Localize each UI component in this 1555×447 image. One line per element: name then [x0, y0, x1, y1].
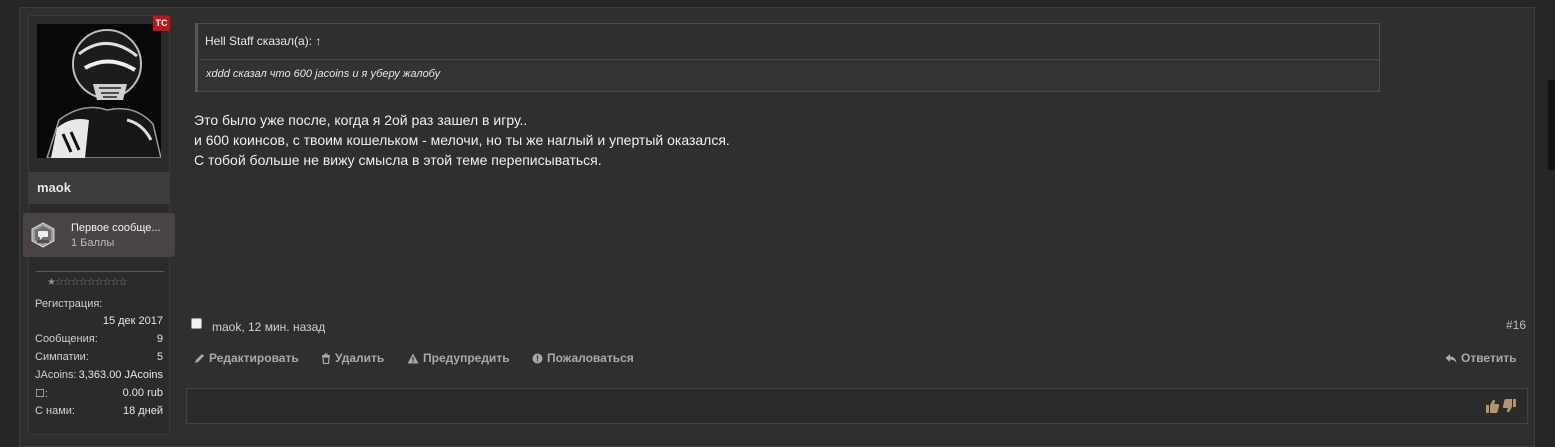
post-meta: maok, 12 мин. назад — [212, 320, 325, 334]
warn-button[interactable]: Предупредить — [407, 351, 510, 365]
stat-row-jacoins: JAcoins: 3,363.00 JAcoins — [35, 369, 163, 387]
stat-label: ☐: — [35, 388, 48, 400]
topic-starter-badge: ТС — [153, 16, 170, 31]
select-post-checkbox[interactable] — [191, 318, 202, 329]
stat-value: 15 дек 2017 — [102, 315, 163, 327]
message-line: С тобой больше не вижу смысла в этой тем… — [194, 152, 602, 168]
trophy-title: Первое сообще... — [71, 222, 161, 234]
trash-icon — [322, 353, 330, 364]
scroll-edge — [1548, 80, 1555, 170]
edit-button[interactable]: Редактировать — [194, 351, 299, 365]
trophy-shield-icon — [30, 222, 56, 248]
stat-value: 5 — [156, 351, 163, 363]
message-line: Это было уже после, когда я 2ой раз заше… — [194, 112, 528, 128]
delete-label: Удалить — [335, 351, 385, 365]
stat-row-membership: С нами: 18 дней — [35, 405, 163, 423]
trophy-points: 1 Баллы — [71, 237, 115, 249]
delete-button[interactable]: Удалить — [321, 351, 384, 365]
stat-row-registration-date: 15 дек 2017 — [35, 315, 163, 333]
warn-label: Предупредить — [423, 351, 510, 365]
report-button[interactable]: Пожаловаться — [532, 351, 634, 365]
stat-value: 3,363.00 JAcoins — [78, 369, 163, 381]
reply-icon — [1445, 353, 1457, 363]
rating-stars: ★☆☆☆☆☆☆☆☆☆ — [47, 277, 128, 288]
thumbs-icon — [1486, 399, 1516, 413]
stat-value: 0.00 rub — [122, 387, 163, 399]
stat-label: JAcoins: — [35, 369, 77, 381]
reply-button[interactable]: Ответить — [1445, 351, 1516, 365]
quote-accent — [195, 23, 198, 92]
post-time[interactable]: , 12 мин. назад — [241, 320, 325, 334]
post-number-link[interactable]: #16 — [1506, 318, 1526, 332]
stat-row-messages[interactable]: Сообщения: 9 — [35, 333, 163, 351]
quote-header[interactable]: Hell Staff сказал(а): ↑ — [205, 34, 321, 48]
author-link[interactable]: maok — [212, 320, 241, 334]
username-link[interactable]: maok — [37, 180, 71, 195]
stat-value: 18 дней — [122, 405, 163, 417]
message-body: Это было уже после, когда я 2ой раз заше… — [194, 110, 730, 170]
edit-label: Редактировать — [209, 351, 299, 365]
quote-text: xddd сказал что 600 jacoins и я уберу жа… — [206, 68, 441, 80]
report-label: Пожаловаться — [547, 351, 634, 365]
avatar-image — [37, 24, 161, 158]
likes-bar — [186, 388, 1528, 424]
stat-value[interactable]: 9 — [157, 333, 163, 345]
stat-label: Сообщения: — [35, 333, 98, 345]
pencil-icon — [195, 353, 204, 363]
stat-label: С нами: — [35, 405, 75, 417]
like-dislike-icons[interactable] — [1484, 398, 1518, 417]
avatar[interactable] — [37, 24, 161, 158]
stat-label: Симпатии: — [35, 351, 89, 363]
stat-row-balance: ☐: 0.00 rub — [35, 387, 163, 405]
stat-label: Регистрация: — [35, 298, 103, 310]
message-line: и 600 коинсов, с твоим кошельком - мелоч… — [194, 132, 730, 148]
warning-icon — [407, 353, 419, 363]
alert-circle-icon — [532, 353, 543, 363]
divider — [36, 271, 164, 272]
stat-row-registration: Регистрация: — [35, 298, 163, 316]
stat-row-likes: Симпатии: 5 — [35, 351, 163, 369]
reply-label: Ответить — [1461, 351, 1517, 365]
